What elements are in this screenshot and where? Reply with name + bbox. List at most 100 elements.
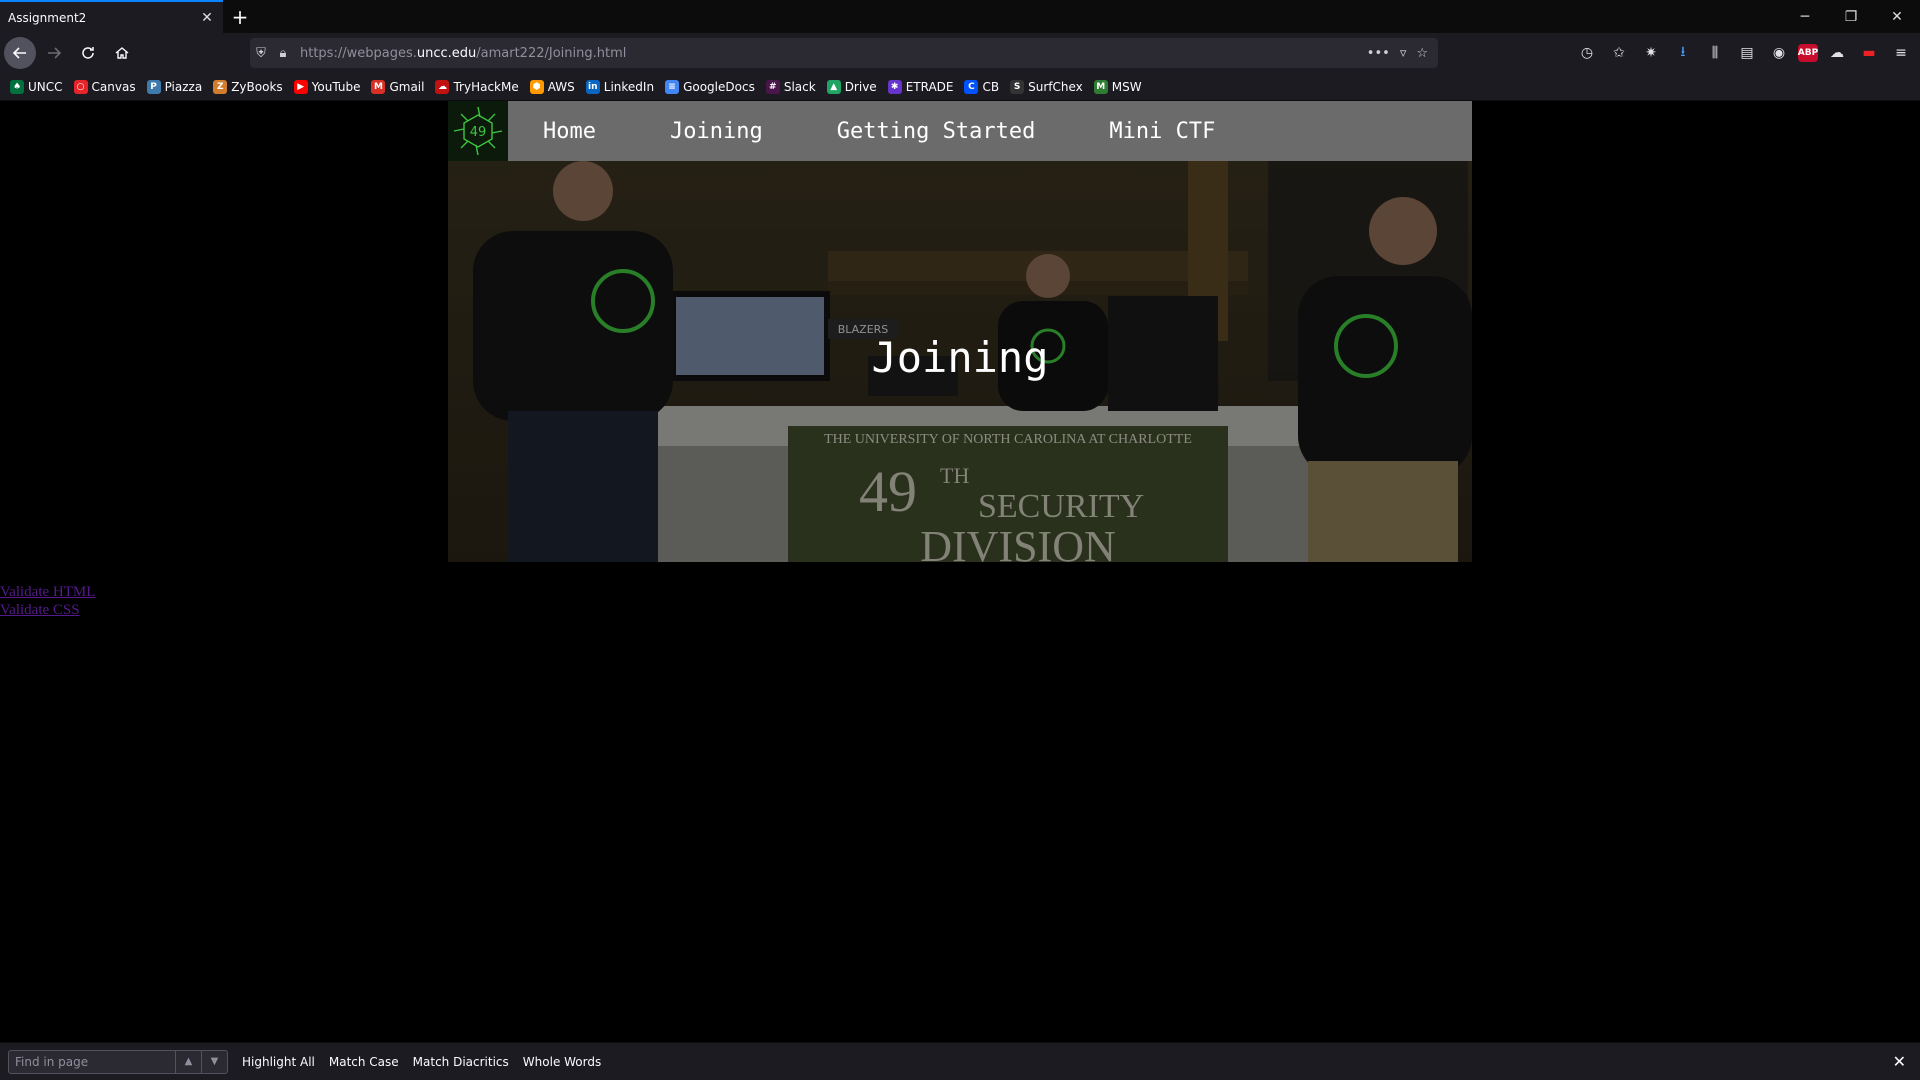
bookmark-favicon-icon: ▲: [826, 79, 841, 94]
bookmark-favicon-icon: M: [1093, 79, 1108, 94]
bookmark-label: Piazza: [164, 79, 203, 94]
restore-button[interactable]: ❐: [1828, 0, 1874, 33]
bookmarks-toolbar: ♠ UNCC ○ Canvas P Piazza Z ZyBooks ▶ YouTube M Gmai…: [0, 73, 1920, 101]
bookmark-label: SurfChex: [1028, 79, 1083, 94]
find-bar: ▲ ▼ Highlight All Match Case Match Diacr…: [0, 1042, 1920, 1080]
bookmark-linkedin[interactable]: in LinkedIn: [585, 79, 655, 94]
nav-home-link[interactable]: Home: [543, 119, 596, 144]
validate-html-link[interactable]: Validate HTML: [0, 583, 95, 601]
find-close-icon[interactable]: ✕: [1893, 1052, 1906, 1071]
navigation-toolbar: ⛨ 🔒︎ https://webpages.uncc.edu/amart222/…: [0, 33, 1920, 73]
bookmark-drive[interactable]: ▲ Drive: [826, 79, 877, 94]
reload-icon: [82, 47, 94, 59]
pocket-icon[interactable]: ▿: [1400, 46, 1407, 61]
page-actions-icon[interactable]: •••: [1367, 46, 1390, 61]
bookmark-label: UNCC: [28, 79, 63, 94]
extension-red-icon[interactable]: ▬: [1856, 40, 1882, 66]
bookmark-label: LinkedIn: [603, 79, 655, 94]
bookmark-gmail[interactable]: M Gmail: [371, 79, 424, 94]
logo-icon: 49: [453, 106, 503, 156]
settings-gear-icon[interactable]: ✷: [1638, 40, 1664, 66]
bookmark-slack[interactable]: # Slack: [765, 79, 816, 94]
bookmark-aws[interactable]: ⬢ AWS: [529, 79, 575, 94]
tab-strip: Assignment2 ✕ + ─ ❐ ✕: [0, 0, 1920, 33]
library-icon[interactable]: ⫼: [1702, 40, 1728, 66]
tab-close-icon[interactable]: ✕: [199, 10, 215, 26]
url-bar[interactable]: ⛨ 🔒︎ https://webpages.uncc.edu/amart222/…: [250, 38, 1438, 68]
home-button[interactable]: [106, 37, 138, 69]
bookmark-surfchex[interactable]: S SurfChex: [1010, 79, 1083, 94]
bookmark-zybooks[interactable]: Z ZyBooks: [213, 79, 283, 94]
shield-icon[interactable]: ⛨: [250, 46, 272, 61]
bookmark-label: YouTube: [311, 79, 361, 94]
validate-css-link[interactable]: Validate CSS: [0, 601, 95, 619]
site-navigation: 49 Home Joining Getting Started Mini CTF: [448, 101, 1472, 161]
bookmark-favicon-icon: ♠: [10, 79, 24, 94]
nav-mini-ctf-link[interactable]: Mini CTF: [1109, 119, 1215, 144]
bookmark-label: CB: [982, 79, 1000, 94]
lock-icon[interactable]: 🔒︎: [272, 46, 294, 61]
bookmark-favicon-icon: ≡: [665, 79, 680, 94]
bookmark-label: AWS: [547, 79, 575, 94]
new-tab-button[interactable]: +: [223, 0, 257, 33]
bookmark-favicon-icon: P: [146, 79, 161, 94]
bookmark-piazza[interactable]: P Piazza: [146, 79, 203, 94]
bookmark-msw[interactable]: M MSW: [1093, 79, 1142, 94]
svg-text:49: 49: [470, 125, 487, 140]
find-input-wrapper: ▲ ▼: [8, 1049, 228, 1074]
bookmark-youtube[interactable]: ▶ YouTube: [293, 79, 361, 94]
tab-assignment2[interactable]: Assignment2 ✕: [0, 0, 223, 33]
site-logo[interactable]: 49: [448, 101, 508, 161]
url-text[interactable]: https://webpages.uncc.edu/amart222/Joini…: [300, 46, 1367, 61]
bookmark-star-icon[interactable]: ☆: [1416, 46, 1428, 61]
bookmark-googledocs[interactable]: ≡ GoogleDocs: [665, 79, 755, 94]
menu-icon[interactable]: ≡: [1888, 40, 1914, 66]
bookmark-label: Canvas: [91, 79, 136, 94]
bookmark-favicon-icon: ⬢: [529, 79, 544, 94]
back-arrow-icon: [12, 47, 26, 59]
bookmark-canvas[interactable]: ○ Canvas: [73, 79, 136, 94]
tab-title: Assignment2: [8, 10, 87, 25]
bookmark-etrade[interactable]: ✱ ETRADE: [887, 79, 954, 94]
download-icon[interactable]: ⭳: [1670, 40, 1696, 66]
bookmark-tryhackme[interactable]: ☁ TryHackMe: [435, 79, 519, 94]
find-input[interactable]: [9, 1050, 175, 1073]
match-diacritics-option[interactable]: Match Diacritics: [413, 1055, 509, 1069]
minimize-button[interactable]: ─: [1782, 0, 1828, 33]
bookmark-favicon-icon: C: [964, 79, 979, 94]
account-icon[interactable]: ◉: [1766, 40, 1792, 66]
site-nav-links: Home Joining Getting Started Mini CTF: [523, 119, 1269, 144]
extension-icon[interactable]: ☁: [1824, 40, 1850, 66]
bookmark-label: ZyBooks: [231, 79, 283, 94]
find-previous-icon[interactable]: ▲: [175, 1050, 201, 1073]
nav-joining-link[interactable]: Joining: [670, 119, 763, 144]
close-window-button[interactable]: ✕: [1874, 0, 1920, 33]
bookmark-label: ETRADE: [905, 79, 954, 94]
bookmarks-icon[interactable]: ✩: [1606, 40, 1632, 66]
match-case-option[interactable]: Match Case: [329, 1055, 399, 1069]
bookmark-label: Slack: [783, 79, 816, 94]
adblock-icon[interactable]: ABP: [1798, 44, 1818, 62]
back-button[interactable]: [4, 37, 36, 69]
nav-getting-started-link[interactable]: Getting Started: [837, 119, 1036, 144]
bookmark-label: GoogleDocs: [683, 79, 755, 94]
validation-links: Validate HTML Validate CSS: [0, 583, 95, 619]
bookmark-label: MSW: [1111, 79, 1142, 94]
find-next-icon[interactable]: ▼: [201, 1050, 227, 1073]
bookmark-favicon-icon: #: [765, 79, 780, 94]
whole-words-option[interactable]: Whole Words: [523, 1055, 601, 1069]
bookmark-favicon-icon: in: [585, 79, 600, 94]
history-icon[interactable]: ◷: [1574, 40, 1600, 66]
reload-button[interactable]: [72, 37, 104, 69]
hero-title: Joining: [871, 333, 1049, 382]
home-icon: [115, 47, 129, 59]
forward-button[interactable]: [38, 37, 70, 69]
toolbar-icons: ◷ ✩ ✷ ⭳ ⫼ ▤ ◉ ABP ☁ ▬ ≡: [1574, 37, 1914, 69]
bookmark-cb[interactable]: C CB: [964, 79, 1000, 94]
sidebar-icon[interactable]: ▤: [1734, 40, 1760, 66]
highlight-all-option[interactable]: Highlight All: [242, 1055, 315, 1069]
bookmark-favicon-icon: ☁: [435, 79, 450, 94]
bookmark-favicon-icon: ▶: [293, 79, 308, 94]
bookmark-favicon-icon: ✱: [887, 79, 902, 94]
bookmark-uncc[interactable]: ♠ UNCC: [10, 79, 63, 94]
